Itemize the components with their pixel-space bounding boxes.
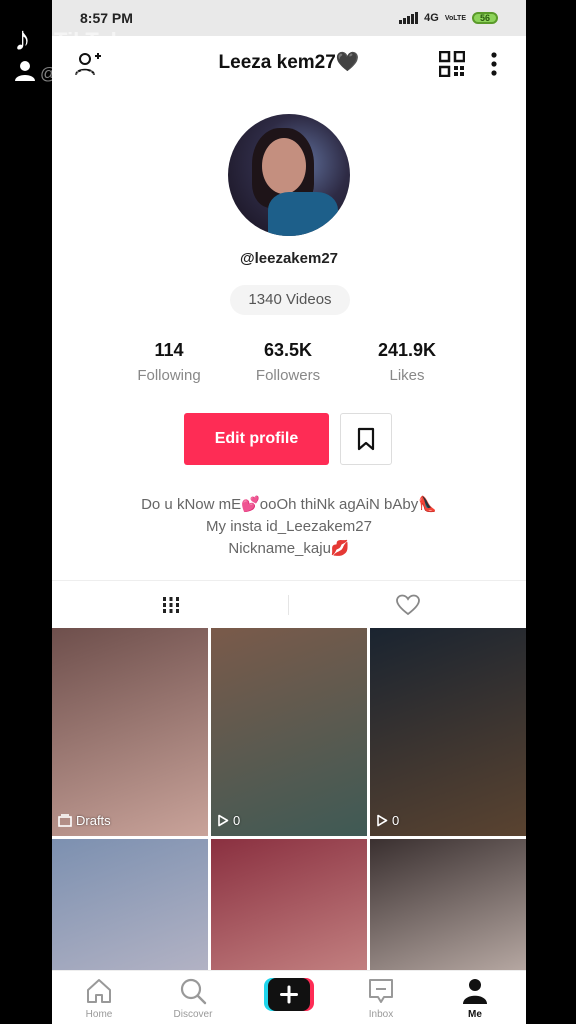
profile-bio: Do u kNow mE💕ooOh thiNk agAiN bAby👠 My i…	[52, 494, 526, 560]
profile-tabs	[52, 580, 526, 629]
grid-icon	[162, 597, 179, 613]
nav-label: Inbox	[368, 1009, 394, 1020]
drafts-icon	[58, 814, 72, 827]
avatar[interactable]	[228, 114, 350, 236]
tab-videos[interactable]	[52, 581, 289, 629]
nav-discover[interactable]: Discover	[146, 971, 240, 1024]
video-thumbnail[interactable]: 0	[211, 628, 367, 836]
home-icon	[87, 979, 111, 1003]
video-grid: Drafts 0 0	[52, 628, 526, 1024]
watermark-handle: @leezakem27	[40, 64, 149, 83]
bookmark-icon	[357, 427, 375, 451]
video-thumbnail[interactable]: Drafts	[52, 628, 208, 836]
profile-handle: @leezakem27	[239, 250, 339, 267]
create-video-button[interactable]	[264, 978, 314, 1011]
view-count: 0	[233, 813, 241, 828]
plus-icon	[264, 978, 314, 1011]
stat-value: 114	[154, 340, 184, 360]
favorites-button[interactable]	[340, 413, 392, 465]
network-label: 4G	[424, 12, 439, 24]
nav-me[interactable]: Me	[428, 971, 522, 1024]
heart-icon	[395, 594, 420, 616]
stat-value: 241.9K	[377, 340, 437, 360]
nav-label: Home	[85, 1009, 113, 1020]
stat-value: 63.5K	[263, 340, 313, 360]
person-icon	[15, 61, 35, 81]
volte-label: VoLTE	[444, 14, 466, 22]
stat-following[interactable]: 114 Following	[114, 340, 224, 384]
more-options-button[interactable]	[484, 50, 504, 78]
stat-label: Following	[137, 367, 201, 384]
view-count: 0	[392, 813, 400, 828]
tiktok-watermark: ♪ TikTok @leezakem27	[14, 20, 204, 90]
thumbnail-badge: Drafts	[76, 813, 111, 828]
videos-count-badge: 1340 Videos	[230, 285, 350, 315]
play-icon	[377, 814, 388, 827]
qr-code-icon	[438, 50, 466, 78]
nav-home[interactable]: Home	[52, 971, 146, 1024]
stat-likes[interactable]: 241.9K Likes	[352, 340, 462, 384]
person-icon	[463, 979, 487, 1004]
video-thumbnail[interactable]: 0	[370, 628, 526, 836]
signal-icon	[399, 12, 419, 24]
phone-screen: 8:57 PM 4G VoLTE 56 Leeza kem27🖤 @leezak…	[52, 0, 526, 1024]
inbox-icon	[369, 979, 393, 1003]
stat-label: Likes	[389, 367, 425, 384]
watermark-app-name: TikTok	[54, 28, 123, 53]
play-icon	[218, 814, 229, 827]
qr-code-button[interactable]	[438, 50, 466, 78]
bio-line: Nickname_kaju💋	[228, 540, 350, 557]
tab-liked[interactable]	[289, 581, 526, 629]
bio-line: Do u kNow mE💕ooOh thiNk agAiN bAby👠	[141, 496, 437, 513]
bio-line: My insta id_Leezakem27	[206, 518, 372, 535]
search-icon	[180, 978, 207, 1005]
nav-label: Discover	[173, 1009, 213, 1020]
nav-inbox[interactable]: Inbox	[334, 971, 428, 1024]
nav-label: Me	[468, 1009, 482, 1020]
edit-profile-button[interactable]: Edit profile	[184, 413, 329, 465]
more-vertical-icon	[491, 52, 497, 76]
stat-label: Followers	[255, 367, 321, 384]
stat-followers[interactable]: 63.5K Followers	[233, 340, 343, 384]
battery-level: 56	[479, 13, 490, 23]
tiktok-logo-icon: ♪	[14, 20, 31, 58]
battery-icon: 56	[472, 12, 498, 24]
